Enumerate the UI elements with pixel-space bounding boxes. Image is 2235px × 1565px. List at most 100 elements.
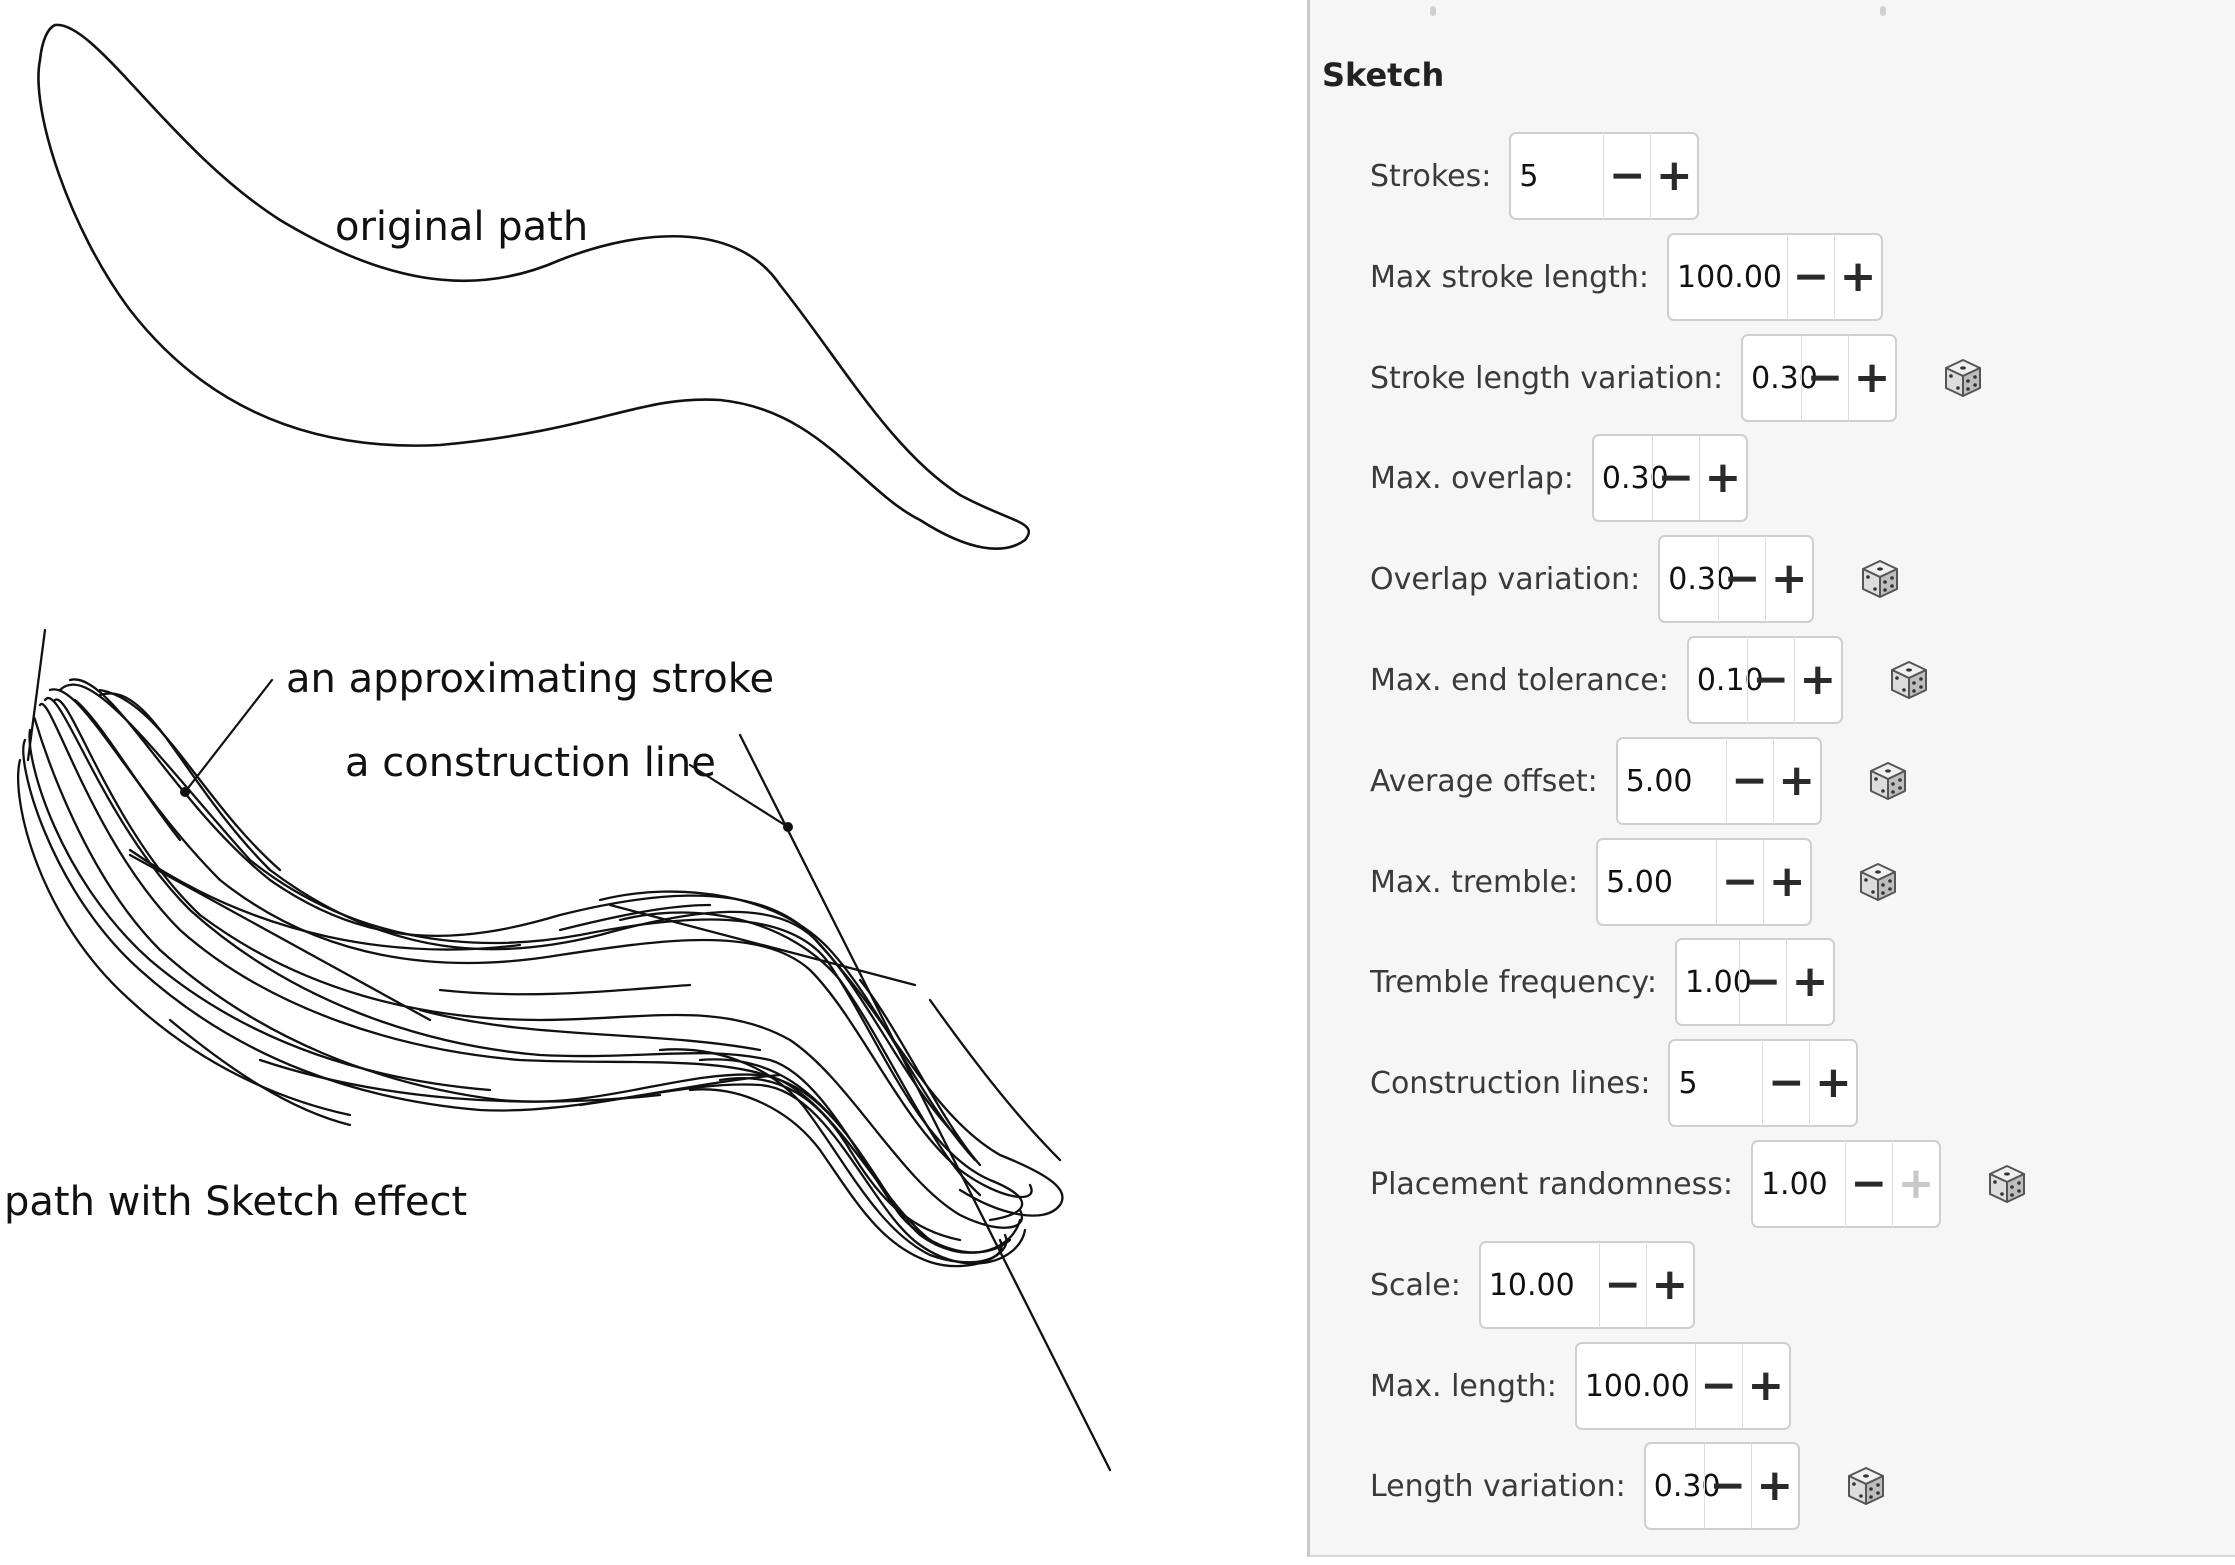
sketch-parameters-panel: Sketch Strokes: 5− + Max stroke length: 100.… <box>1307 0 2235 1557</box>
max-end-tolerance-decrement-button[interactable]: − <box>1748 637 1794 723</box>
overlap-variation-input[interactable]: 0.30 <box>1660 562 1735 597</box>
placement-randomness-input[interactable]: 1.00 <box>1753 1167 1845 1202</box>
max-length-input[interactable]: 100.00 <box>1577 1369 1695 1404</box>
param-row-average-offset: Average offset: 5.00− + <box>1370 736 1910 826</box>
max-tremble-decrement-button[interactable]: − <box>1717 839 1763 925</box>
max-tremble-spinbox: 5.00− + <box>1596 838 1813 926</box>
sketch-illustration: original path an approximating stroke a … <box>4 23 1112 1472</box>
placement-randomness-decrement-button[interactable]: − <box>1846 1141 1892 1227</box>
max-stroke-length-increment-button[interactable]: + <box>1835 234 1881 320</box>
overlap-variation-randomize-dice-icon[interactable] <box>1858 557 1902 601</box>
max-tremble-input[interactable]: 5.00 <box>1598 865 1716 900</box>
param-label: Max. tremble: <box>1370 864 1579 900</box>
average-offset-increment-button[interactable]: + <box>1774 738 1820 824</box>
max-tremble-increment-button[interactable]: + <box>1764 839 1810 925</box>
param-label: Max. end tolerance: <box>1370 662 1669 698</box>
max-tremble-randomize-dice-icon[interactable] <box>1856 860 1900 904</box>
scale-spinbox: 10.00− + <box>1478 1241 1695 1329</box>
stroke-length-variation-increment-button[interactable]: + <box>1849 335 1895 421</box>
max-overlap-increment-button[interactable]: + <box>1700 435 1746 521</box>
max-overlap-input[interactable]: 0.30 <box>1594 461 1669 496</box>
param-row-max-tremble: Max. tremble: 5.00− + <box>1370 837 1900 927</box>
scale-input[interactable]: 10.00 <box>1481 1268 1599 1303</box>
stroke-length-variation-input[interactable]: 0.30 <box>1743 361 1818 396</box>
stroke-length-variation-decrement-button[interactable]: − <box>1802 335 1848 421</box>
param-row-overlap-variation: Overlap variation: 0.30− + <box>1370 534 1902 624</box>
param-label: Placement randomness: <box>1370 1166 1733 1202</box>
param-row-tremble-frequency: Tremble frequency: 1.00− + <box>1370 937 1836 1027</box>
tremble-frequency-decrement-button[interactable]: − <box>1740 939 1786 1025</box>
param-label: Construction lines: <box>1370 1065 1651 1101</box>
max-length-decrement-button[interactable]: − <box>1696 1343 1742 1429</box>
strokes-increment-button[interactable]: + <box>1651 133 1697 219</box>
construction-lines-increment-button[interactable]: + <box>1810 1040 1856 1126</box>
original-path-label: original path <box>335 204 588 250</box>
param-label: Tremble frequency: <box>1370 964 1658 1000</box>
max-stroke-length-input[interactable]: 100.00 <box>1669 260 1787 295</box>
param-row-max-length: Max. length: 100.00− + <box>1370 1341 1791 1431</box>
max-overlap-spinbox: 0.30− + <box>1591 434 1748 522</box>
max-end-tolerance-input[interactable]: 0.10 <box>1689 663 1764 698</box>
approximating-stroke-label: an approximating stroke <box>286 656 774 702</box>
overlap-variation-increment-button[interactable]: + <box>1766 536 1812 622</box>
overlap-variation-decrement-button[interactable]: − <box>1719 536 1765 622</box>
length-variation-randomize-dice-icon[interactable] <box>1844 1464 1888 1508</box>
average-offset-input[interactable]: 5.00 <box>1618 764 1726 799</box>
stroke-length-variation-spinbox: 0.30− + <box>1741 334 1898 422</box>
param-row-max-stroke-length: Max stroke length: 100.00− + <box>1370 232 1884 322</box>
param-label: Max stroke length: <box>1370 259 1650 295</box>
param-label: Average offset: <box>1370 763 1598 799</box>
tremble-frequency-input[interactable]: 1.00 <box>1677 965 1752 1000</box>
param-label: Scale: <box>1370 1267 1461 1303</box>
param-label: Stroke length variation: <box>1370 360 1724 396</box>
original-path-shape <box>37 23 1031 550</box>
length-variation-input[interactable]: 0.30 <box>1646 1469 1721 1504</box>
max-end-tolerance-randomize-dice-icon[interactable] <box>1887 658 1931 702</box>
construction-lines-input[interactable]: 5 <box>1670 1066 1762 1101</box>
placement-randomness-randomize-dice-icon[interactable] <box>1985 1162 2029 1206</box>
scale-increment-button[interactable]: + <box>1647 1242 1693 1328</box>
param-row-max-end-tolerance: Max. end tolerance: 0.10− + <box>1370 635 1931 725</box>
length-variation-decrement-button[interactable]: − <box>1705 1443 1751 1529</box>
param-row-scale: Scale: 10.00− + <box>1370 1240 1695 1330</box>
placement-randomness-spinbox: 1.00− + <box>1750 1140 1941 1228</box>
max-end-tolerance-increment-button[interactable]: + <box>1795 637 1841 723</box>
average-offset-spinbox: 5.00− + <box>1615 737 1822 825</box>
param-row-max-overlap: Max. overlap: 0.30− + <box>1370 433 1748 523</box>
strokes-input[interactable]: 5 <box>1511 159 1603 194</box>
approximating-stroke-dot <box>180 787 190 797</box>
stroke-length-variation-randomize-dice-icon[interactable] <box>1941 356 1985 400</box>
param-row-construction-lines: Construction lines: 5− + <box>1370 1038 1859 1128</box>
max-length-spinbox: 100.00− + <box>1574 1342 1791 1430</box>
average-offset-randomize-dice-icon[interactable] <box>1866 759 1910 803</box>
strokes-spinbox: 5− + <box>1509 132 1700 220</box>
max-stroke-length-spinbox: 100.00− + <box>1667 233 1884 321</box>
leader-approximating-stroke <box>183 678 274 794</box>
tremble-frequency-spinbox: 1.00− + <box>1675 938 1836 1026</box>
length-variation-spinbox: 0.30− + <box>1643 1442 1800 1530</box>
param-row-length-variation: Length variation: 0.30− + <box>1370 1441 1888 1531</box>
construction-lines-spinbox: 5− + <box>1668 1039 1859 1127</box>
construction-lines-decrement-button[interactable]: − <box>1763 1040 1809 1126</box>
overlap-variation-spinbox: 0.30− + <box>1658 535 1815 623</box>
max-overlap-decrement-button[interactable]: − <box>1653 435 1699 521</box>
construction-line-label: a construction line <box>345 740 716 786</box>
panel-top-tick <box>1880 6 1886 16</box>
average-offset-decrement-button[interactable]: − <box>1727 738 1773 824</box>
max-stroke-length-decrement-button[interactable]: − <box>1788 234 1834 320</box>
sketch-effect-label: path with Sketch effect <box>4 1179 467 1225</box>
panel-top-tick <box>1430 6 1436 16</box>
construction-line-dot <box>783 822 793 832</box>
param-label: Max. overlap: <box>1370 460 1574 496</box>
scale-decrement-button[interactable]: − <box>1600 1242 1646 1328</box>
panel-top-edge <box>1310 0 2235 22</box>
param-label: Overlap variation: <box>1370 561 1641 597</box>
param-row-placement-randomness: Placement randomness: 1.00− + <box>1370 1139 2029 1229</box>
panel-title: Sketch <box>1322 56 1445 94</box>
strokes-decrement-button[interactable]: − <box>1604 133 1650 219</box>
length-variation-increment-button[interactable]: + <box>1752 1443 1798 1529</box>
param-row-strokes: Strokes: 5− + <box>1370 131 1700 221</box>
max-length-increment-button[interactable]: + <box>1743 1343 1789 1429</box>
param-row-stroke-length-variation: Stroke length variation: 0.30− + <box>1370 333 1985 423</box>
tremble-frequency-increment-button[interactable]: + <box>1787 939 1833 1025</box>
